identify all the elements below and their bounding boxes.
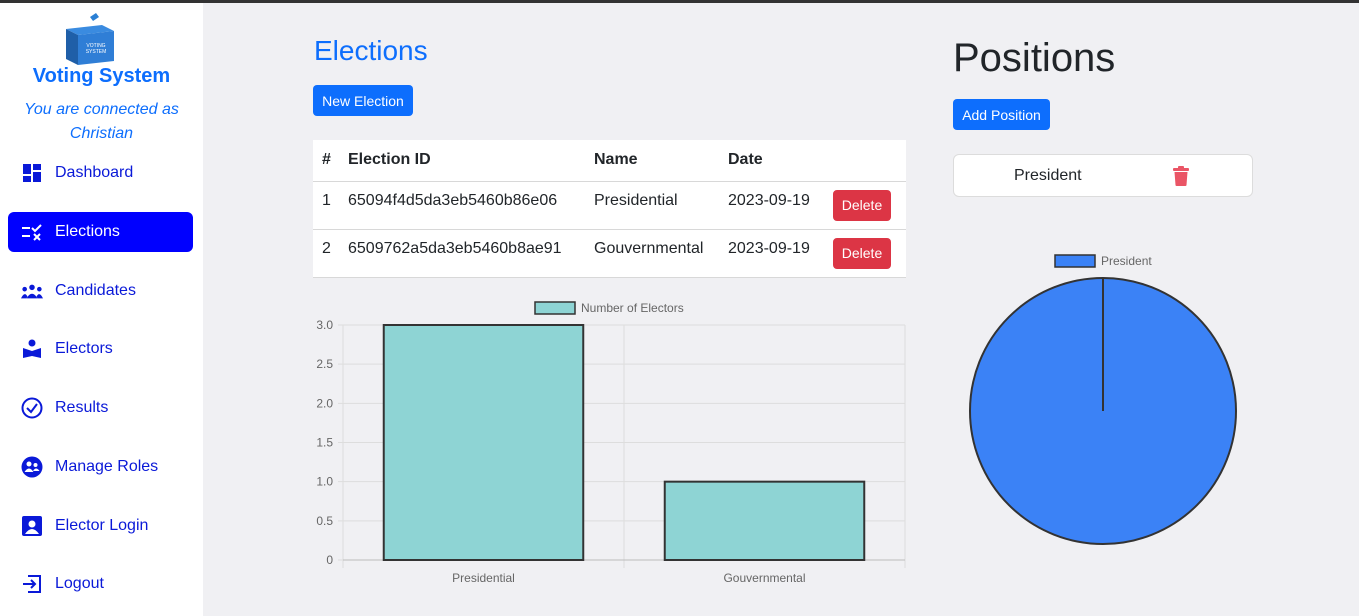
y-tick-label: 1.5 [316,436,333,450]
connected-line: You are connected as [24,101,179,118]
sidebar-item-label: Electors [55,340,113,357]
position-name: President [1014,167,1082,184]
bar [663,480,866,562]
election-date-cell: 2023-09-19 [719,229,824,278]
connected-user: Christian [69,125,134,142]
sidebar-item-elector-login[interactable]: Elector Login [8,506,193,546]
new-election-button[interactable]: New Election [313,85,413,116]
elections-title: Elections [314,35,428,66]
elector-login-icon [21,515,43,537]
candidates-icon [21,280,43,302]
dashboard-icon [21,162,43,184]
x-tick-label: Presidential [452,571,515,585]
connected-as-text: You are connected as Christian [0,98,203,146]
brand-title: Voting System [32,65,171,87]
table-header-row: # Election ID Name Date [313,140,906,182]
elections-icon [21,221,43,243]
row-number: 2 [313,229,339,278]
svg-text:SYSTEM: SYSTEM [86,49,107,55]
y-tick-label: 0.5 [316,514,333,528]
column-header-election-id: Election ID [339,140,585,182]
position-card: President [953,154,1253,197]
sidebar-item-label: Elector Login [55,517,149,534]
trash-icon[interactable] [1172,166,1190,186]
table-row: 2 6509762a5da3eb5460b8ae91 Gouvernmental… [313,229,906,278]
sidebar-item-label: Dashboard [55,164,134,181]
add-position-button[interactable]: Add Position [953,99,1050,130]
legend-label: President [1101,254,1152,268]
manage-roles-icon [21,456,43,478]
action-cell: Delete [824,229,906,278]
y-tick-label: 2.5 [316,357,333,371]
positions-pie-chart: President [969,254,1237,545]
action-cell: Delete [824,181,906,230]
sidebar-item-label: Results [55,399,109,416]
sidebar-item-label: Elections [55,223,120,240]
window-top-border [0,0,1359,3]
sidebar-item-results[interactable]: Results [8,388,193,428]
election-name-cell: Presidential [585,181,719,230]
bar [382,324,585,561]
y-tick-label: 3.0 [316,318,333,332]
sidebar-item-electors[interactable]: Electors [8,329,193,369]
row-number: 1 [313,181,339,230]
election-date-cell: 2023-09-19 [719,181,824,230]
electors-icon [21,338,43,360]
sidebar-item-dashboard[interactable]: Dashboard [8,153,193,193]
y-tick-label: 1.0 [316,475,333,489]
y-tick-label: 2.0 [316,396,333,410]
x-tick-label: Gouvernmental [723,571,805,585]
sidebar-item-label: Logout [55,575,104,592]
legend-swatch [534,301,576,315]
sidebar-item-label: Candidates [55,282,136,299]
election-name-cell: Gouvernmental [585,229,719,278]
column-header-date: Date [719,140,824,182]
column-header-name: Name [585,140,719,182]
electors-bar-chart: Number of Electors 0 0.5 1.0 1.5 2.0 2.5 3.0 Pre… [316,301,906,585]
sidebar: VOTING SYSTEM Voting System You are conn… [0,3,203,616]
elections-table: # Election ID Name Date 1 65094f4d5da3eb… [313,140,906,278]
y-tick-label: 0 [326,553,333,567]
delete-button[interactable]: Delete [833,189,891,221]
column-header-number: # [313,140,339,182]
legend-label: Number of Electors [581,301,684,315]
logout-icon [21,573,43,595]
table-row: 1 65094f4d5da3eb5460b86e06 Presidential … [313,181,906,230]
ballot-box-logo: VOTING SYSTEM [66,13,114,65]
results-icon [21,397,43,419]
column-header-action [824,140,906,182]
sidebar-item-logout[interactable]: Logout [8,564,193,604]
election-id-cell: 6509762a5da3eb5460b8ae91 [339,229,585,278]
sidebar-item-elections[interactable]: Elections [8,212,193,252]
sidebar-item-candidates[interactable]: Candidates [8,271,193,311]
sidebar-item-manage-roles[interactable]: Manage Roles [8,447,193,487]
sidebar-item-label: Manage Roles [55,458,159,475]
legend-swatch [1054,254,1096,268]
delete-button[interactable]: Delete [833,237,891,269]
positions-title: Positions [953,36,1116,80]
election-id-cell: 65094f4d5da3eb5460b86e06 [339,181,585,230]
